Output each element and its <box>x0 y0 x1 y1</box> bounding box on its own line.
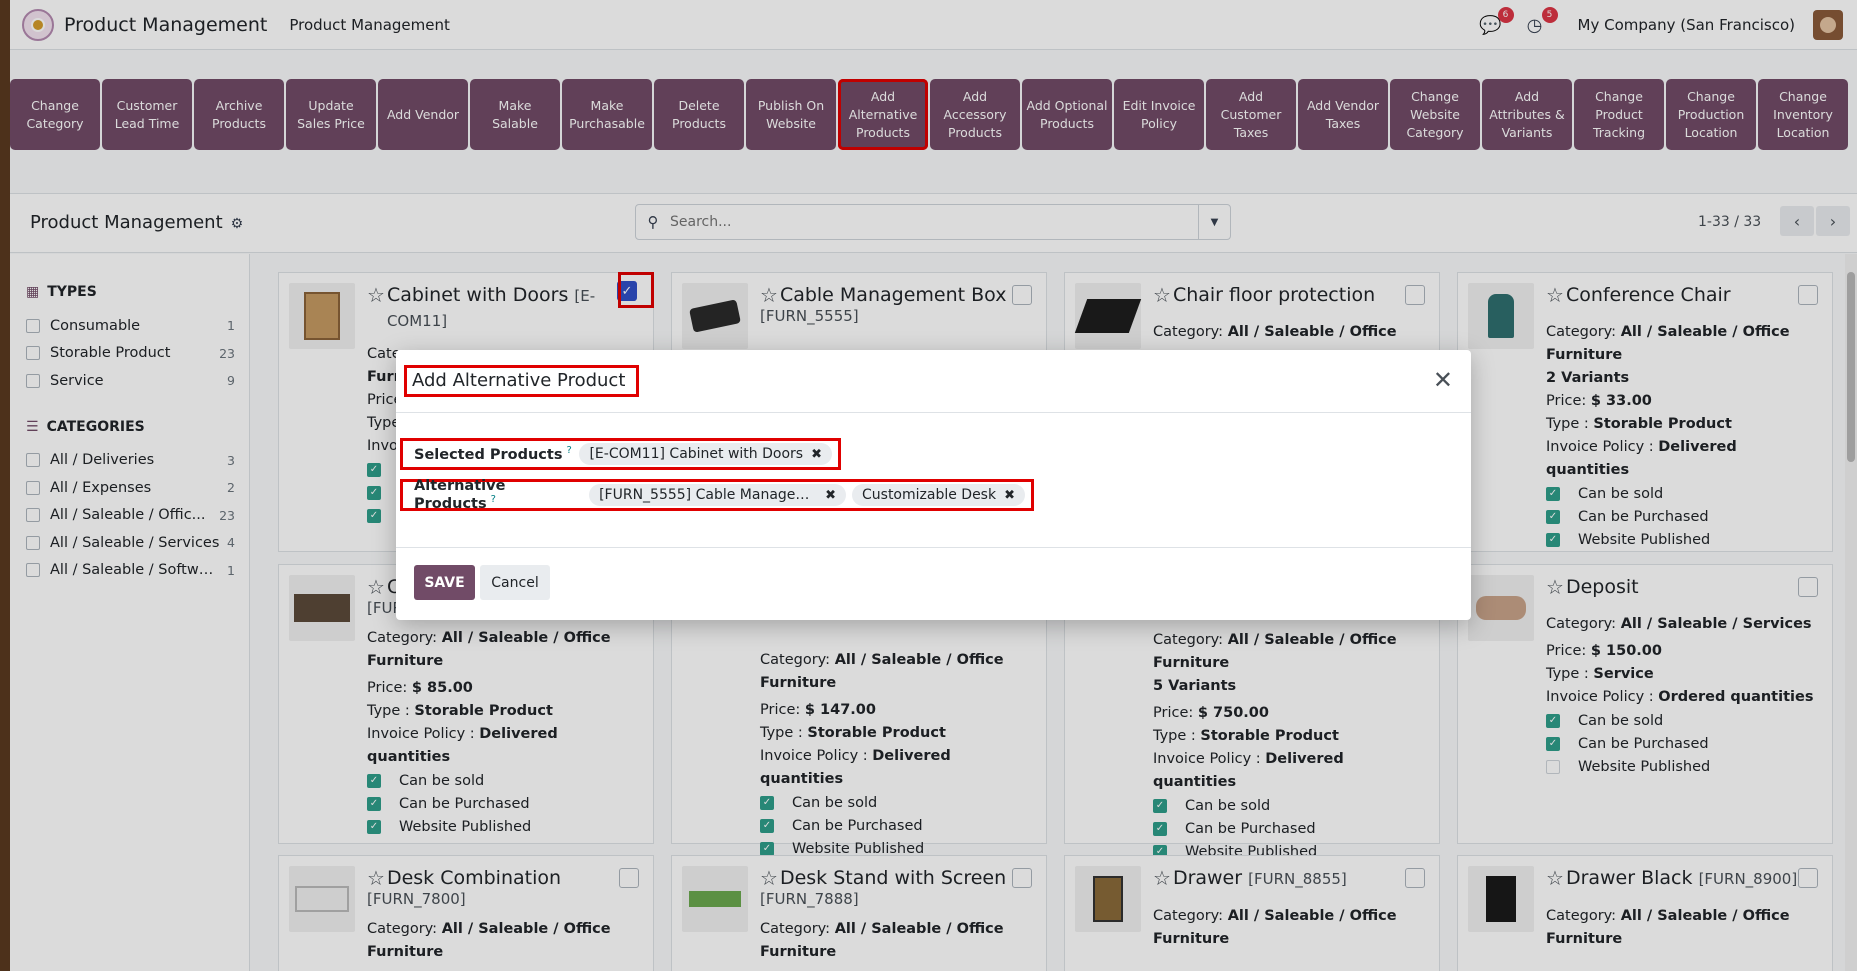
add-alternative-product-dialog: Add Alternative Product ✕ Selected Produ… <box>396 350 1471 620</box>
dialog-header: Add Alternative Product ✕ <box>396 350 1471 413</box>
dialog-footer: SAVE Cancel <box>396 548 1471 620</box>
alternative-products-field: Alternative Products? [FURN_5555] Cable … <box>400 478 1034 512</box>
close-icon[interactable]: ✕ <box>1433 366 1453 394</box>
selected-products-label: Selected Products? <box>414 445 572 463</box>
cancel-button[interactable]: Cancel <box>480 565 550 600</box>
dialog-body: Selected Products? [E-COM11] Cabinet wit… <box>396 413 1471 548</box>
help-tooltip-icon[interactable]: ? <box>566 445 571 456</box>
remove-tag-icon[interactable]: ✖ <box>811 447 822 462</box>
save-button[interactable]: SAVE <box>414 565 475 600</box>
help-tooltip-icon[interactable]: ? <box>491 494 496 505</box>
selected-products-field: Selected Products? [E-COM11] Cabinet wit… <box>400 438 841 470</box>
remove-tag-icon[interactable]: ✖ <box>1004 488 1015 503</box>
alternative-product-tag: Customizable Desk ✖ <box>852 484 1025 506</box>
alternative-products-label: Alternative Products? <box>414 478 506 512</box>
dialog-title: Add Alternative Product <box>404 365 640 397</box>
selected-product-tag: [E-COM11] Cabinet with Doors ✖ <box>579 443 832 465</box>
alternative-product-tag: [FURN_5555] Cable Manageme… ✖ <box>589 484 846 506</box>
remove-tag-icon[interactable]: ✖ <box>825 488 836 503</box>
